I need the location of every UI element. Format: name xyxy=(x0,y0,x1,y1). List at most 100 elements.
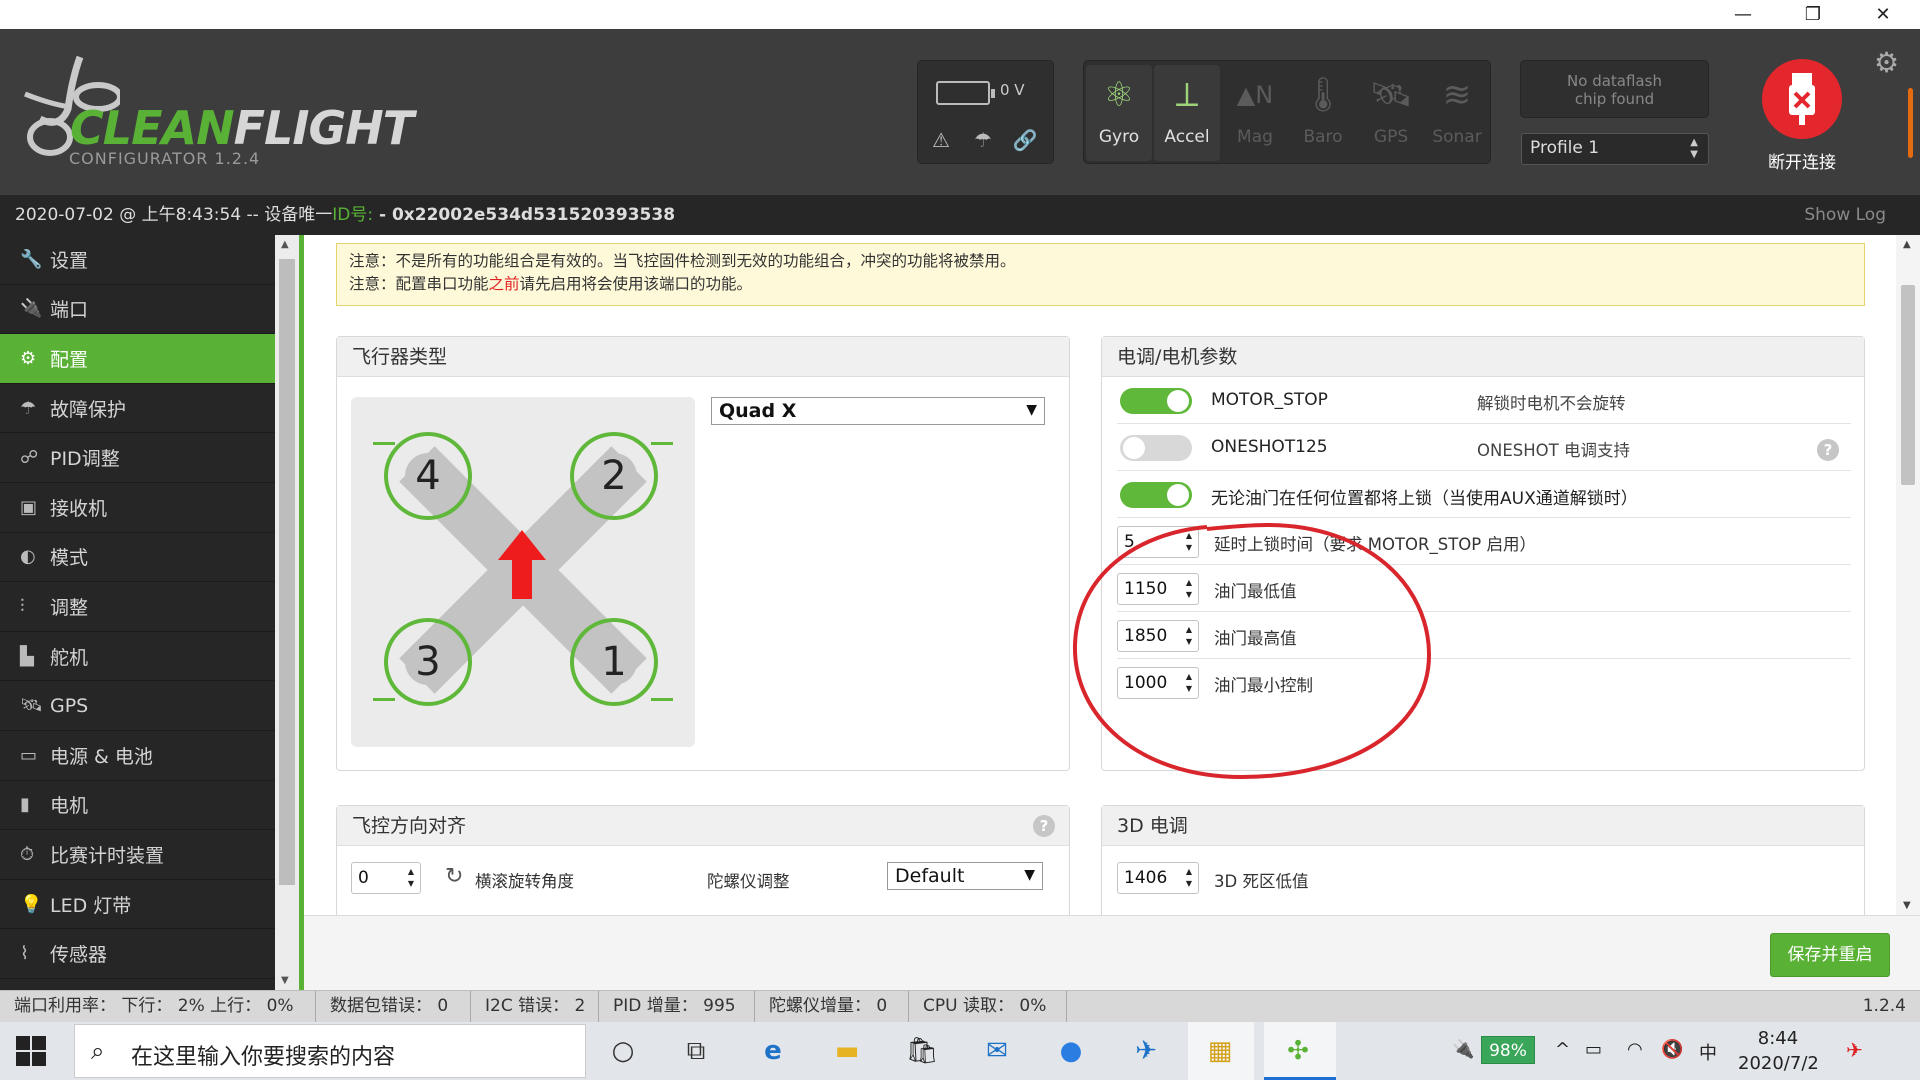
gyro-alignment-select[interactable]: Default ▼ xyxy=(887,862,1043,890)
battery-tray-icon[interactable]: ▭ xyxy=(1585,1039,1602,1060)
sidebar-item-gps[interactable]: 🛰 GPS xyxy=(0,681,275,731)
window-titlebar: — ❐ ✕ xyxy=(0,0,1920,29)
windows-start-icon[interactable] xyxy=(16,1036,46,1066)
sidebar-item-modes[interactable]: ◐ 模式 xyxy=(0,533,275,583)
volume-muted-icon[interactable]: 🔇 xyxy=(1661,1039,1683,1060)
wifi-icon[interactable]: ◠ xyxy=(1627,1039,1643,1060)
sidebar-item-label: GPS xyxy=(50,694,89,717)
roll-alignment-label: 横滚旋转角度 xyxy=(475,872,574,891)
highlight-annotation-ellipse xyxy=(1072,522,1432,780)
settings-gear-icon[interactable]: ⚙ xyxy=(1874,46,1899,79)
mail-icon[interactable]: ✉ xyxy=(977,1031,1017,1071)
disconnect-label[interactable]: 断开连接 xyxy=(1740,148,1864,173)
sidebar-item-failsafe[interactable]: ☂ 故障保护 xyxy=(0,384,275,434)
feishu-app-icon[interactable]: ✈ xyxy=(1126,1031,1166,1071)
sidebar-item-label: LED 灯带 xyxy=(50,894,132,917)
show-log-link[interactable]: Show Log xyxy=(1804,195,1886,235)
notice-line2: 注意：配置串口功能之前请先启用将会使用该端口的功能。 xyxy=(349,273,1852,296)
profile-select[interactable]: Profile 1 ▲ ▼ xyxy=(1521,133,1709,165)
motor-stop-label: MOTOR_STOP xyxy=(1211,390,1328,410)
scroll-up-icon[interactable]: ▲ xyxy=(281,239,289,250)
accel-icon: ⟂ xyxy=(1175,75,1199,115)
logo-part-flight: FLIGHT xyxy=(233,101,414,155)
edge-browser-icon[interactable]: e xyxy=(753,1031,793,1071)
save-and-reboot-button[interactable]: 保存并重启 xyxy=(1770,933,1890,977)
esc-3d-panel: 3D 电调 1406 ▲ ▼ 3D 死区低值 xyxy=(1101,805,1865,915)
notice-text: 请先启用将会使用该端口的功能。 xyxy=(519,275,753,293)
motor-stop-toggle[interactable] xyxy=(1120,388,1192,414)
profile-value: Profile 1 xyxy=(1530,138,1600,158)
header-scroll-indicator xyxy=(1908,88,1913,158)
sidebar-item-label: 舵机 xyxy=(50,646,89,669)
sidebar-item-ports[interactable]: 🔌 端口 xyxy=(0,285,275,335)
sidebar-item-power[interactable]: ▭ 电源 & 电池 xyxy=(0,731,275,781)
board-alignment-panel: 飞控方向对齐 ? 0 ▲ ▼ ↻ 横滚旋转角度 陀螺仪调整 Default ▼ xyxy=(336,805,1070,915)
restore-button[interactable]: ❐ xyxy=(1784,0,1842,29)
sidebar-item-pid[interactable]: ☍ PID调整 xyxy=(0,433,275,483)
satellite-icon: 🛰 xyxy=(20,695,43,717)
sidebar-item-motors[interactable]: ▮ 电机 xyxy=(0,781,275,831)
help-icon[interactable]: ? xyxy=(1033,815,1055,837)
sidebar-item-race-timer[interactable]: ⏱ 比赛计时装置 xyxy=(0,830,275,880)
close-button[interactable]: ✕ xyxy=(1854,0,1912,29)
motor-2: 2 xyxy=(570,432,658,520)
file-explorer-icon[interactable]: ▬ xyxy=(827,1031,867,1071)
scroll-down-icon[interactable]: ▼ xyxy=(1903,900,1911,911)
oneshot-desc: ONESHOT 电调支持 xyxy=(1477,441,1630,460)
scroll-down-icon[interactable]: ▼ xyxy=(281,975,289,986)
sidebar-scrollbar[interactable]: ▲ ▼ xyxy=(275,235,299,990)
content-scrollbar[interactable]: ▲ ▼ xyxy=(1896,235,1920,915)
arm-any-throttle-toggle[interactable] xyxy=(1120,482,1192,508)
logo-part-clean: CLEAN xyxy=(70,101,235,155)
lark-app-icon[interactable]: ● xyxy=(1051,1031,1091,1071)
taskbar-clock[interactable]: 8:44 2020/7/2 xyxy=(1738,1026,1819,1076)
device-info-bar: 2020-07-02 @ 上午8:43:54 -- 设备唯一ID号: - 0x2… xyxy=(0,195,1920,235)
battery-percentage[interactable]: 98% xyxy=(1481,1036,1535,1064)
search-icon: ⌕ xyxy=(91,1037,105,1065)
scroll-up-icon[interactable]: ▲ xyxy=(1903,239,1911,250)
motor-number: 1 xyxy=(591,639,637,685)
sidebar-item-sensors[interactable]: ⌇ 传感器 xyxy=(0,929,275,979)
toggle-knob xyxy=(1167,390,1189,412)
cleanflight-app-icon[interactable]: ✣ xyxy=(1278,1031,1318,1071)
content-scroll-thumb[interactable] xyxy=(1901,285,1915,485)
motor-number: 4 xyxy=(405,453,451,499)
ime-indicator[interactable]: 中 xyxy=(1699,1039,1717,1065)
task-view-icon[interactable]: ⧉ xyxy=(676,1031,716,1071)
sidebar-item-receiver[interactable]: ▣ 接收机 xyxy=(0,483,275,533)
roll-alignment-input[interactable]: 0 ▲ ▼ xyxy=(351,862,421,894)
oneshot-toggle[interactable] xyxy=(1120,435,1192,461)
clock-date: 2020/7/2 xyxy=(1738,1053,1819,1074)
sidebar-item-servos[interactable]: ▙ 舵机 xyxy=(0,632,275,682)
mixer-type-select[interactable]: Quad X ▼ xyxy=(711,397,1045,425)
version-number: 1.2.4 xyxy=(1862,996,1906,1016)
taskbar-search-box[interactable]: ⌕ 在这里输入你要搜索的内容 xyxy=(74,1024,586,1078)
receiver-icon: ▣ xyxy=(20,496,38,518)
store-icon[interactable]: 🛍 xyxy=(902,1031,942,1071)
chevron-up-icon[interactable]: ^ xyxy=(1555,1039,1570,1060)
panel-title: 3D 电调 xyxy=(1102,806,1864,846)
logo-text: CLEANFLIGHT xyxy=(70,101,414,155)
sidebar-item-configuration[interactable]: ⚙ 配置 xyxy=(0,334,275,384)
aircraft-type-panel: 飞行器类型 4 2 3 1 Quad X ▼ xyxy=(336,336,1070,771)
sidebar-item-adjustments[interactable]: ⫶ 调整 xyxy=(0,582,275,632)
toggle-knob xyxy=(1167,484,1189,506)
sensor-label: Mag xyxy=(1237,127,1273,147)
help-icon[interactable]: ? xyxy=(1817,439,1839,461)
spinner-icon[interactable]: ▲ ▼ xyxy=(408,866,414,890)
forward-arrow-stem xyxy=(512,559,532,599)
sidebar-item-setup[interactable]: 🔧 设置 xyxy=(0,235,275,285)
sidebar-item-label: 接收机 xyxy=(50,497,108,520)
minimize-button[interactable]: — xyxy=(1714,0,1772,29)
deadband-low-input[interactable]: 1406 ▲ ▼ xyxy=(1117,862,1199,894)
spinner-icon[interactable]: ▲ ▼ xyxy=(1186,866,1192,890)
sensor-accel: ⟂ Accel xyxy=(1154,65,1220,161)
disconnect-button[interactable] xyxy=(1762,59,1842,139)
pinned-app-icon[interactable]: ▦ xyxy=(1200,1031,1240,1071)
sidebar-item-label: 故障保护 xyxy=(50,398,127,421)
sidebar-scroll-thumb[interactable] xyxy=(279,259,295,885)
sidebar-item-label: 比赛计时装置 xyxy=(50,844,165,867)
sidebar-item-led[interactable]: 💡 LED 灯带 xyxy=(0,880,275,930)
watermark-logo: ✈ xyxy=(1846,1038,1863,1062)
cortana-icon[interactable]: ○ xyxy=(603,1031,643,1071)
